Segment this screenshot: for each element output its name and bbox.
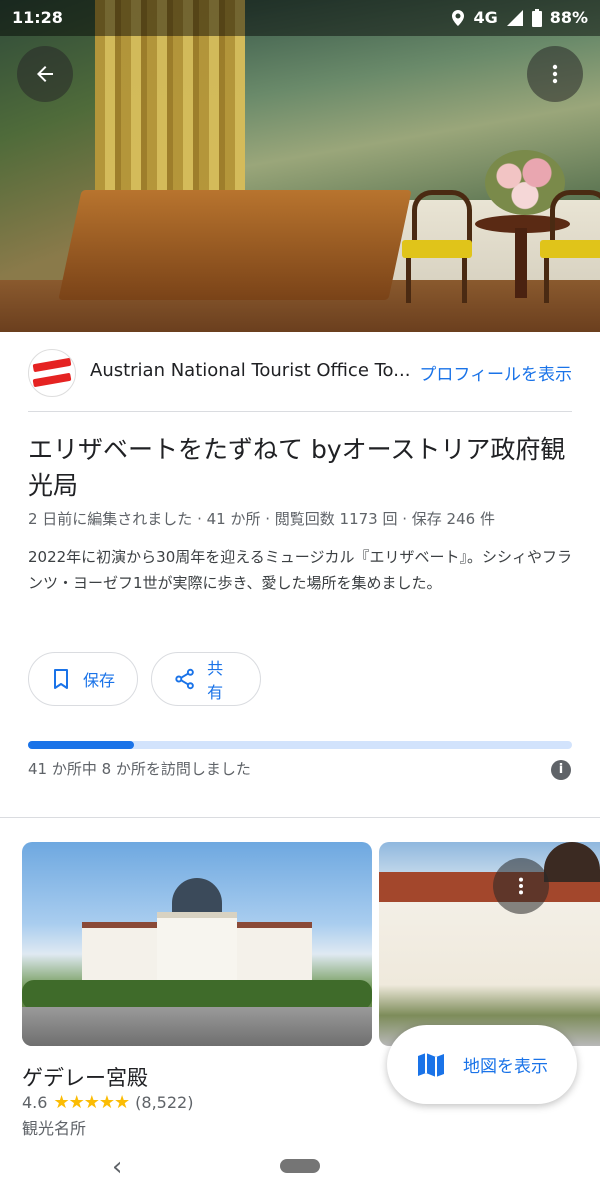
hero-harpsichord (58, 190, 412, 300)
signal-icon (506, 9, 523, 26)
hero-chair (402, 190, 472, 303)
list-meta: 2 日前に編集されました · 41 か所 · 閲覧回数 1173 回 · 保存 … (28, 510, 495, 528)
org-logo[interactable] (28, 349, 76, 397)
visit-progress-bar (28, 741, 572, 749)
list-description: 2022年に初演から30周年を迎えるミュージカル『エリザベート』。シシィやフラン… (28, 548, 573, 592)
more-vert-icon (552, 64, 558, 84)
back-button[interactable] (17, 46, 73, 102)
review-count: (8,522) (135, 1093, 194, 1112)
visit-progress-text: 41 か所中 8 か所を訪問しました (28, 760, 251, 778)
save-label: 保存 (83, 671, 116, 690)
show-map-button[interactable]: 地図を表示 (387, 1025, 577, 1104)
status-bar: 11:28 4G 88% (0, 0, 600, 36)
more-vert-icon (518, 877, 524, 895)
card-more-button[interactable] (493, 858, 549, 914)
place-card-image[interactable] (22, 842, 372, 1046)
place-rating-row: 4.6 ★★★★★ (8,522) (22, 1092, 193, 1113)
system-nav-bar: ‹ (0, 1140, 600, 1200)
nav-home-button[interactable] (280, 1159, 320, 1173)
place-card-image-next[interactable] (379, 842, 600, 1046)
section-divider (0, 817, 600, 818)
star-rating-icon: ★★★★★ (53, 1092, 130, 1113)
visit-progress-fill (28, 741, 135, 749)
share-icon (175, 668, 194, 690)
status-right: 4G 88% (451, 8, 588, 27)
more-options-button[interactable] (527, 46, 583, 102)
status-time: 11:28 (12, 8, 63, 27)
hero-chair (540, 190, 600, 303)
palace-hedge (22, 980, 372, 1010)
share-label: 共有 (207, 659, 224, 702)
nav-back-button[interactable]: ‹ (112, 1152, 122, 1182)
divider (28, 411, 572, 412)
place-category: 観光名所 (22, 1119, 87, 1138)
building-dome (544, 842, 600, 882)
battery-level: 88% (549, 8, 588, 27)
place-name[interactable]: ゲデレー宮殿 (22, 1062, 148, 1092)
profile-row: Austrian National Tourist Office To... プ… (0, 334, 600, 412)
share-button[interactable]: 共有 (151, 652, 261, 706)
battery-icon (531, 8, 542, 27)
view-profile-link[interactable]: プロフィールを表示 (419, 360, 572, 385)
bookmark-icon (54, 669, 68, 689)
rating-value: 4.6 (22, 1093, 48, 1112)
org-name[interactable]: Austrian National Tourist Office To... (90, 360, 415, 381)
arrow-back-icon (37, 66, 53, 82)
hero-image (0, 0, 600, 332)
info-icon[interactable]: i (551, 760, 571, 780)
hero-table-leg (515, 228, 527, 298)
save-button[interactable]: 保存 (28, 652, 138, 706)
location-icon (452, 9, 465, 26)
map-icon (418, 1052, 444, 1077)
palace-road (22, 1007, 372, 1046)
show-map-label: 地図を表示 (463, 1057, 548, 1077)
network-label: 4G (473, 8, 498, 27)
list-title: エリザベートをたずねて byオーストリア政府観光局 (28, 435, 566, 500)
